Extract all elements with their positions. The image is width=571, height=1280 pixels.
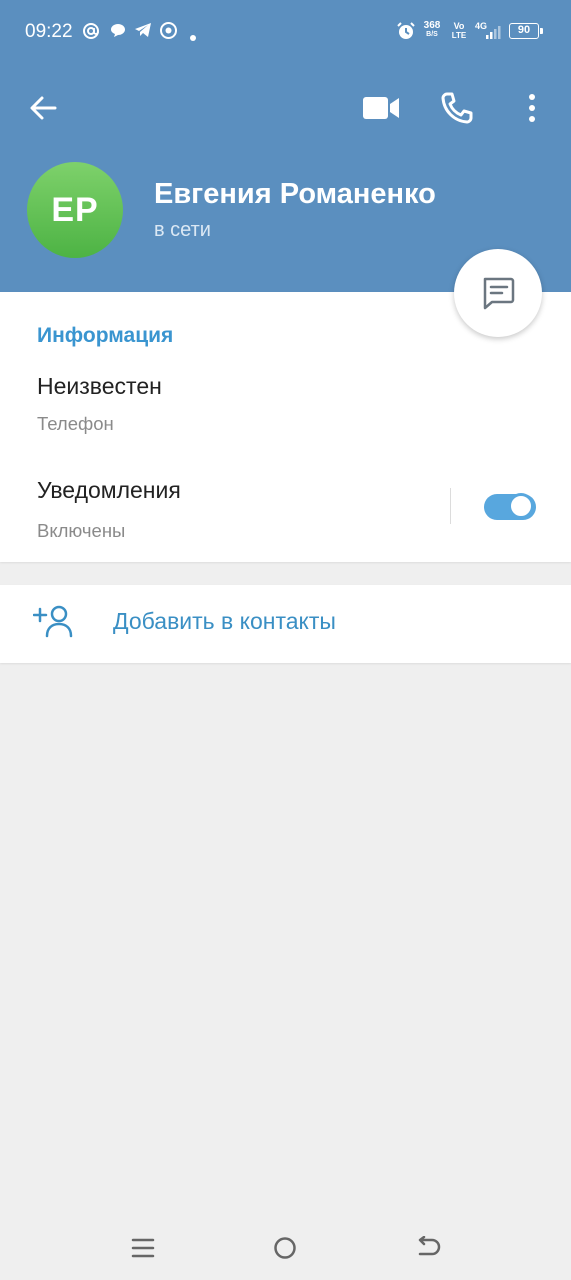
back-button[interactable] (28, 93, 58, 128)
call-button[interactable] (441, 92, 473, 129)
chat-bubble-icon (110, 22, 126, 43)
signal-icon (476, 24, 504, 45)
home-button[interactable] (273, 1236, 297, 1265)
phone-label: Телефон (37, 413, 114, 434)
more-vertical-icon (529, 94, 535, 122)
battery-tip (540, 28, 543, 34)
arrow-left-icon (30, 96, 57, 120)
home-circle-icon (274, 1237, 296, 1259)
system-back-button[interactable] (416, 1235, 442, 1265)
phone-icon (441, 92, 473, 124)
alarm-icon (396, 21, 416, 46)
battery-indicator: 90 (509, 23, 539, 39)
status-bar: 09:22 368 B/S Vo LTE 4G 90 (0, 0, 571, 64)
info-section-title: Информация (37, 324, 174, 347)
video-call-button[interactable] (362, 95, 400, 126)
volte-indicator: Vo LTE (451, 21, 467, 41)
more-menu-button[interactable] (525, 93, 539, 128)
notifications-title[interactable]: Уведомления (37, 477, 181, 504)
video-camera-icon (363, 97, 399, 119)
telegram-icon (134, 22, 152, 43)
at-sign-icon (82, 22, 100, 45)
phone-value[interactable]: Неизвестен (37, 373, 162, 400)
dot-icon (190, 28, 196, 46)
net-speed: 368 B/S (423, 20, 441, 39)
add-contact-label[interactable]: Добавить в контакты (113, 608, 336, 635)
status-time: 09:22 (25, 21, 73, 42)
menu-icon (131, 1238, 155, 1258)
add-user-icon (32, 604, 73, 643)
notifications-status: Включены (37, 520, 126, 541)
recent-apps-button[interactable] (131, 1237, 155, 1264)
divider (450, 488, 451, 524)
avatar[interactable]: ЕР (27, 162, 123, 258)
profile-name: Евгения Романенко (154, 178, 436, 210)
notifications-toggle[interactable] (484, 493, 536, 520)
message-icon (483, 277, 515, 310)
send-message-button[interactable] (454, 249, 542, 337)
chrome-icon (160, 22, 177, 44)
back-icon (418, 1235, 441, 1256)
online-status: в сети (154, 219, 211, 241)
toggle-knob (508, 493, 534, 519)
